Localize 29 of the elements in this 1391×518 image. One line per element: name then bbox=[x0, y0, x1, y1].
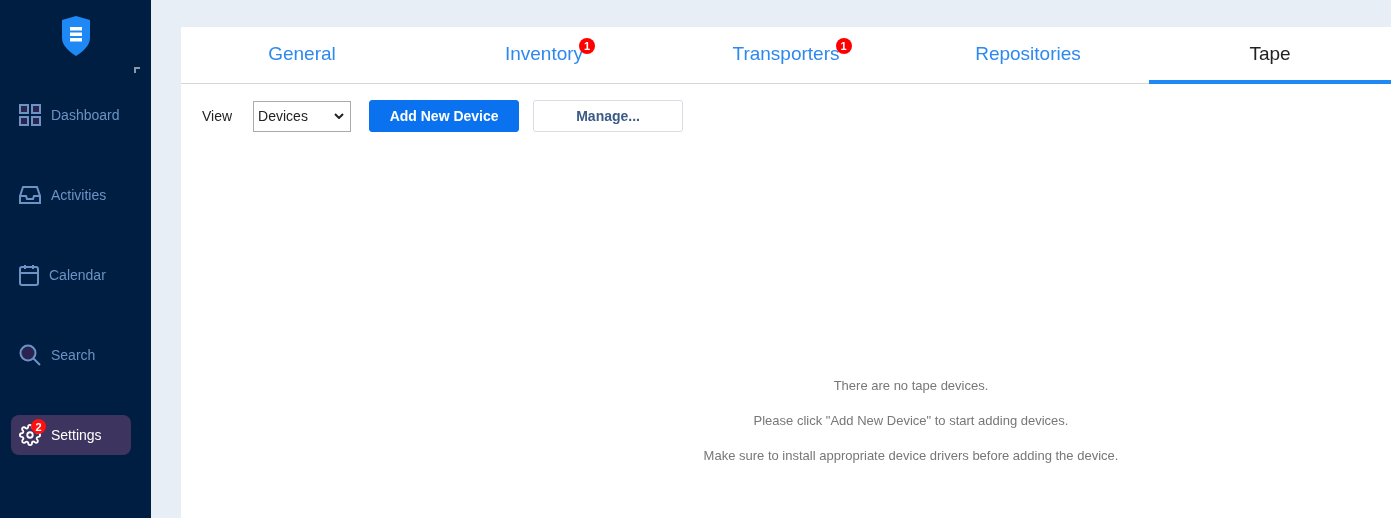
view-label: View bbox=[202, 108, 233, 124]
tab[interactable]: General bbox=[181, 27, 423, 84]
gear-icon bbox=[19, 424, 41, 446]
sidebar-item[interactable]: Calendar bbox=[11, 255, 131, 295]
sidebar-label: Dashboard bbox=[51, 107, 120, 123]
search-icon bbox=[19, 344, 41, 366]
empty-message: Please click "Add New Device" to start adding devices. bbox=[753, 413, 1069, 428]
sidebar-item[interactable]: Search bbox=[11, 335, 131, 375]
shield-logo-icon bbox=[59, 16, 92, 56]
empty-message: There are no tape devices. bbox=[833, 378, 989, 393]
tab[interactable]: Repositories bbox=[907, 27, 1149, 84]
sidebar-item[interactable]: Dashboard bbox=[11, 95, 131, 135]
sidebar-label: Calendar bbox=[49, 267, 106, 283]
sidebar-label: Search bbox=[51, 347, 96, 363]
view-dropdown[interactable]: Devices bbox=[253, 100, 352, 132]
sidebar-item[interactable]: Activities bbox=[11, 175, 131, 215]
count-badge: 2 bbox=[31, 419, 46, 434]
empty-message: Make sure to install appropriate device drivers before adding the device. bbox=[703, 448, 1119, 463]
grid-icon bbox=[19, 104, 41, 126]
chevron-down-icon bbox=[334, 113, 345, 119]
add-new-device-button[interactable]: Add New Device bbox=[369, 100, 520, 132]
sidebar-label: Activities bbox=[51, 187, 107, 203]
inbox-icon bbox=[19, 185, 41, 205]
tab[interactable]: Tape bbox=[1149, 27, 1391, 84]
sidebar-item[interactable]: 2 Settings bbox=[11, 415, 131, 455]
collapse-icon[interactable] bbox=[134, 67, 140, 73]
calendar-icon bbox=[19, 264, 39, 286]
manage-button[interactable]: Manage... bbox=[533, 100, 684, 132]
sidebar-label: Settings bbox=[51, 427, 102, 443]
